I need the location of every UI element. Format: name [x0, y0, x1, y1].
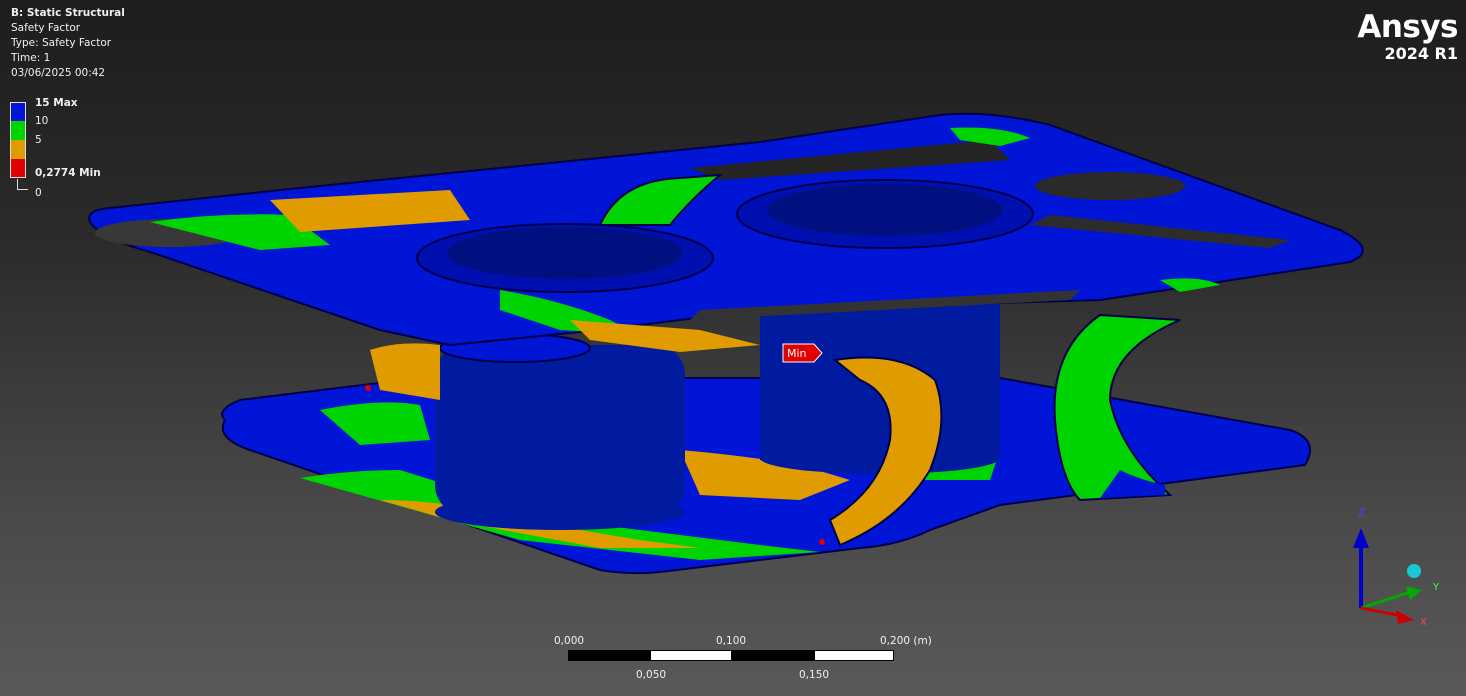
x-axis-label: X — [1420, 617, 1427, 628]
rear-cylinder-opening — [767, 184, 1003, 236]
front-cylinder-opening — [447, 227, 683, 279]
scale-bar: 0,000 0,100 0,200 (m) 0,050 0,150 — [540, 632, 960, 692]
front-left-cylinder — [435, 345, 685, 515]
scale-label-200: 0,200 (m) — [880, 635, 932, 647]
y-axis-arrow — [1406, 586, 1422, 600]
min-probe-flag[interactable]: Min — [782, 343, 830, 363]
min-probe-label: Min — [787, 347, 807, 360]
front-left-cylinder-base — [435, 494, 685, 530]
y-axis-label: Y — [1432, 582, 1440, 593]
scale-label-100: 0,100 — [716, 635, 747, 647]
red-spot — [365, 385, 371, 391]
red-spot — [819, 539, 825, 545]
top-right-hole — [1035, 172, 1185, 200]
iso-view-ball[interactable] — [1407, 564, 1421, 578]
y-axis-line — [1360, 590, 1411, 610]
scale-label-050: 0,050 — [636, 669, 667, 681]
scale-seg-3 — [732, 650, 814, 661]
model-viewport[interactable] — [0, 0, 1466, 696]
scale-seg-2 — [650, 650, 732, 661]
axis-triad[interactable]: Z Y X — [1330, 500, 1450, 640]
scale-seg-4 — [814, 650, 894, 661]
x-axis-arrow — [1396, 610, 1414, 624]
x-axis-line — [1360, 606, 1403, 618]
scale-label-0: 0,000 — [554, 635, 585, 647]
z-axis-arrow — [1353, 528, 1369, 548]
scale-label-150: 0,150 — [799, 669, 830, 681]
scale-seg-1 — [568, 650, 650, 661]
z-axis-label: Z — [1358, 506, 1366, 519]
